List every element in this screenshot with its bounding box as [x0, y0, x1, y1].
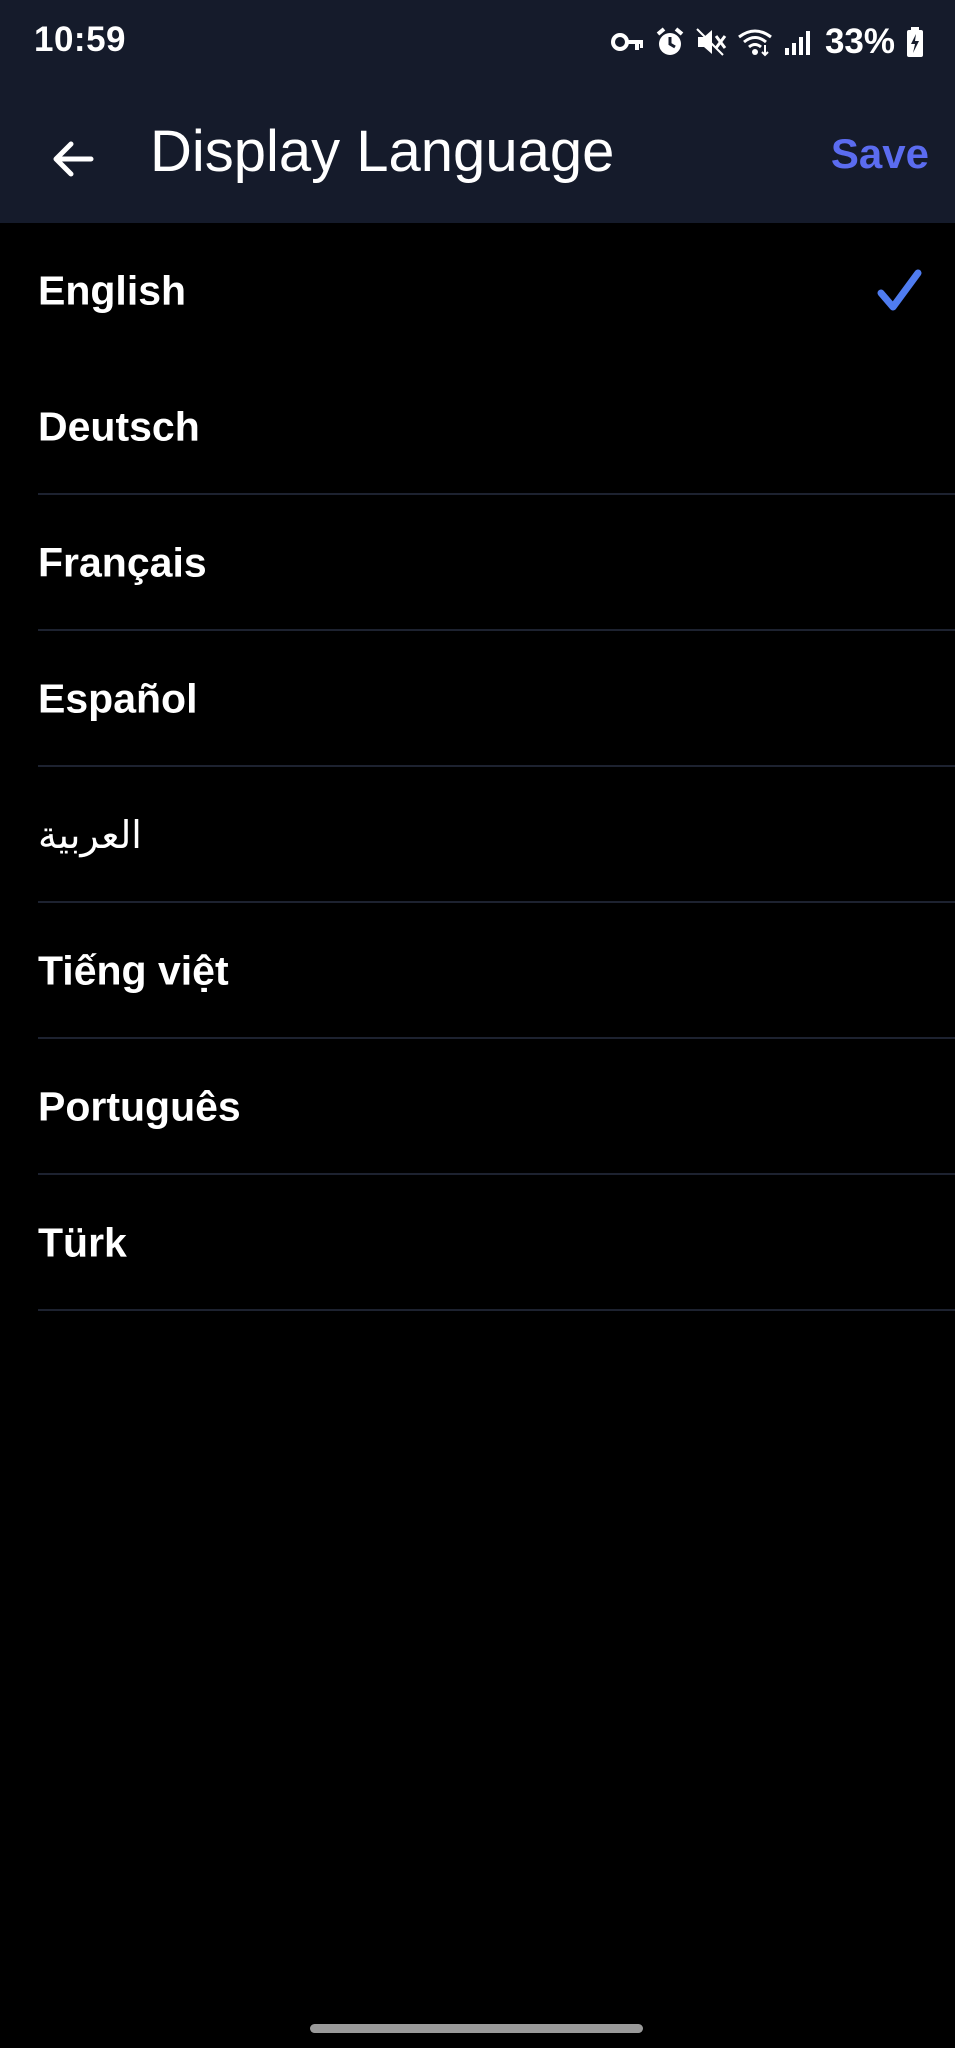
signal-icon: [783, 28, 811, 56]
language-label: English: [38, 267, 187, 314]
status-icons: 33%: [610, 20, 925, 64]
language-option-espanol[interactable]: Español: [0, 631, 955, 767]
language-option-francais[interactable]: Français: [0, 495, 955, 631]
top-bar: 10:59 33% Display Language Save: [0, 0, 955, 223]
language-option-vietnamese[interactable]: Tiếng việt: [0, 903, 955, 1039]
language-option-portuguese[interactable]: Português: [0, 1039, 955, 1175]
mute-icon: [695, 27, 727, 57]
app-bar: Display Language Save: [0, 84, 955, 223]
language-option-turkish[interactable]: Türk: [0, 1175, 955, 1311]
language-label: Tiếng việt: [38, 947, 229, 994]
language-label: Español: [38, 675, 198, 722]
save-button[interactable]: Save: [831, 130, 929, 178]
divider: [38, 1309, 955, 1311]
vpn-key-icon: [610, 29, 645, 55]
arrow-left-icon: [51, 139, 95, 184]
language-label: Português: [38, 1083, 241, 1130]
language-label: Türk: [38, 1219, 127, 1266]
page-title: Display Language: [150, 119, 615, 184]
home-indicator[interactable]: [310, 2024, 643, 2033]
checkmark-icon: [875, 267, 923, 315]
language-option-english[interactable]: English: [0, 223, 955, 359]
alarm-icon: [655, 26, 685, 58]
status-time: 10:59: [34, 20, 127, 59]
language-label: Deutsch: [38, 403, 200, 450]
language-option-arabic[interactable]: العربية: [0, 767, 955, 903]
battery-charging-icon: [905, 26, 925, 58]
language-label: Français: [38, 539, 207, 586]
status-bar: 10:59 33%: [0, 0, 955, 84]
back-button[interactable]: [38, 126, 108, 196]
language-option-deutsch[interactable]: Deutsch: [0, 359, 955, 495]
wifi-icon: [737, 27, 773, 57]
battery-percent: 33%: [824, 22, 895, 61]
language-list: English Deutsch Français Español العربية…: [0, 223, 955, 1311]
language-label: العربية: [38, 813, 142, 857]
